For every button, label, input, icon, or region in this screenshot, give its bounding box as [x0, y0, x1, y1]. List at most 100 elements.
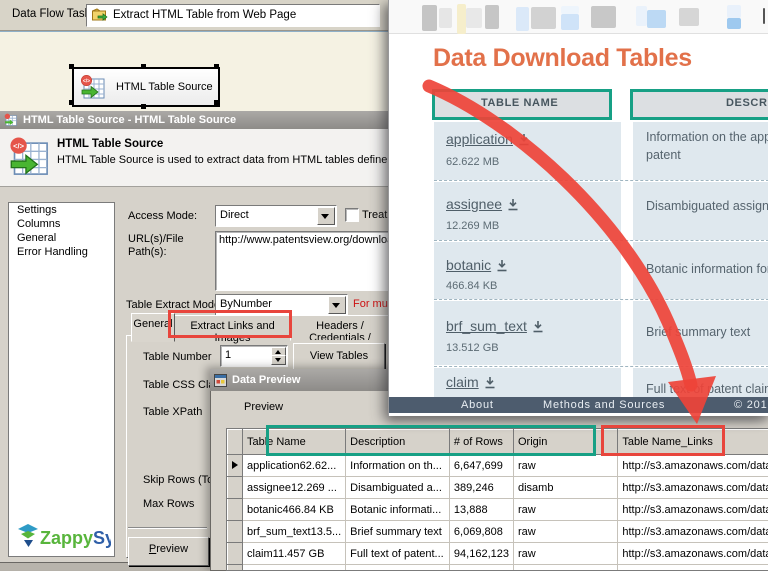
data-flow-task-combo[interactable]: Extract HTML Table from Web Page — [86, 4, 380, 27]
file-size: 12.269 MB — [446, 220, 499, 232]
row-selector[interactable] — [228, 499, 243, 521]
grid-col-description[interactable]: Description — [346, 430, 450, 455]
download-link-claim[interactable]: claim — [446, 374, 496, 390]
grid-cell: http://s3.amazonaws.com/data-p... — [618, 499, 768, 521]
footer-link-methods-and-sources[interactable]: Methods and Sources — [543, 399, 665, 411]
grid-cell: http://s3.amazonaws.com/data-p... — [618, 455, 768, 477]
preview-button[interactable]: Preview — [128, 537, 209, 566]
chevron-up-icon — [275, 350, 281, 354]
grid-cell: botanic466.84 KB — [243, 499, 346, 521]
dialog-header-title: HTML Table Source — [57, 138, 163, 150]
nav-item-columns[interactable]: Columns — [9, 217, 114, 231]
nav-item-settings[interactable]: Settings — [9, 203, 114, 217]
download-link-botanic[interactable]: botanic — [446, 257, 508, 273]
grid-cell: 6,069,808 — [449, 521, 513, 543]
task-folder-icon — [92, 8, 108, 22]
url-label-line1: URL(s)/File — [128, 233, 184, 245]
table-extract-mode-value: ByNumber — [220, 298, 272, 310]
grid-row[interactable]: botanic466.84 KB Botanic informati... 13… — [228, 499, 768, 521]
selection-handle[interactable] — [141, 64, 146, 69]
selection-handle[interactable] — [214, 64, 219, 69]
table-description: patent — [646, 148, 681, 162]
grid-row[interactable]: cpc_current855... Current CPC clas... 35… — [228, 565, 768, 571]
grid-row[interactable]: brf_sum_text13.5... Brief summary text 6… — [228, 521, 768, 543]
grid-cell: raw — [513, 499, 617, 521]
data-flow-task-value: Extract HTML Table from Web Page — [113, 9, 296, 21]
dialog-header-icon: </> — [8, 135, 52, 179]
logo-sys-text: Sys — [93, 528, 111, 548]
url-textarea[interactable]: http://www.patentsview.org/download/ — [215, 231, 390, 291]
toolbar-item — [561, 14, 579, 30]
tab-extract-links-and-images[interactable]: Extract Links and Images — [174, 315, 291, 341]
grid-cell: claim11.457 GB — [243, 543, 346, 565]
data-preview-window-icon — [214, 374, 227, 387]
source-box-label: HTML Table Source — [116, 81, 213, 93]
grid-col-table-name[interactable]: Table Name — [243, 430, 346, 455]
table-number-spinner[interactable]: 1 — [220, 345, 288, 367]
grid-row[interactable]: assignee12.269 ... Disambiguated a... 38… — [228, 477, 768, 499]
row-selector[interactable] — [228, 455, 243, 477]
row-divider — [434, 240, 768, 241]
table-description: Disambiguated assignee — [646, 199, 768, 213]
table-extract-mode-dropdown[interactable]: ByNumber — [215, 294, 348, 316]
toolbar-item — [561, 6, 579, 14]
browser-toolbar[interactable] — [389, 0, 768, 34]
nav-item-general[interactable]: General — [9, 231, 114, 245]
toolbar-item — [516, 7, 529, 31]
grid-col-table-name-links[interactable]: Table Name_Links — [618, 430, 768, 455]
table-description: Information on the appli — [646, 130, 768, 144]
row-selector[interactable] — [228, 521, 243, 543]
selection-handle[interactable] — [214, 100, 219, 105]
tab-headers-credentials[interactable]: Headers / Credentials / — [290, 315, 390, 341]
web-col-table-name: TABLE NAME — [481, 97, 558, 109]
grid-corner-cell[interactable] — [228, 430, 243, 455]
selection-handle[interactable] — [141, 104, 146, 109]
grid-row[interactable]: application62.62... Information on th...… — [228, 455, 768, 477]
toolbar-item — [422, 5, 437, 31]
access-mode-dropdown-button[interactable] — [317, 207, 335, 225]
dialog-titlebar[interactable]: HTML Table Source - HTML Table Source — [0, 111, 394, 129]
nav-item-error-handling[interactable]: Error Handling — [9, 245, 114, 259]
footer-copyright: © 201 — [734, 399, 768, 411]
chevron-down-icon — [332, 303, 340, 308]
grid-cell: http://s3.amazonaws.com/data-p... — [618, 565, 768, 571]
row-selector[interactable] — [228, 565, 243, 571]
grid-cell: brf_sum_text13.5... — [243, 521, 346, 543]
toolbar-item — [439, 8, 452, 28]
grid-header-row: Table Name Description # of Rows Origin … — [228, 430, 768, 455]
current-row-arrow-icon — [232, 461, 238, 469]
grid-cell: Brief summary text — [346, 521, 450, 543]
toolbar-item — [727, 18, 741, 29]
grid-cell: Disambiguated a... — [346, 477, 450, 499]
data-flow-task-label: Data Flow Task: — [12, 8, 94, 20]
grid-cell: assignee12.269 ... — [243, 477, 346, 499]
grid-cell: Current CPC clas... — [346, 565, 450, 571]
page-title: Data Download Tables — [433, 44, 692, 73]
access-mode-dropdown[interactable]: Direct — [215, 205, 337, 227]
tab-general[interactable]: General — [131, 313, 175, 342]
row-selector[interactable] — [228, 477, 243, 499]
preview-grid: Table Name Description # of Rows Origin … — [226, 428, 768, 571]
grid-cell: Botanic informati... — [346, 499, 450, 521]
treat-checkbox[interactable] — [345, 208, 359, 222]
text-cursor — [763, 8, 765, 24]
download-link-application[interactable]: application — [446, 131, 530, 147]
row-divider — [434, 299, 768, 300]
row-selector[interactable] — [228, 543, 243, 565]
divider — [128, 527, 207, 529]
download-link-brf-sum-text[interactable]: brf_sum_text — [446, 318, 544, 334]
grid-col-num-rows[interactable]: # of Rows — [449, 430, 513, 455]
html-table-source-component[interactable]: </> HTML Table Source — [72, 67, 220, 107]
selection-handle[interactable] — [69, 64, 74, 69]
grid-cell: 94,162,123 — [449, 543, 513, 565]
grid-col-origin[interactable]: Origin — [513, 430, 617, 455]
footer-link-about[interactable]: About — [461, 399, 494, 411]
toolbar-item — [636, 6, 647, 26]
grid-row[interactable]: claim11.457 GB Full text of patent... 94… — [228, 543, 768, 565]
download-link-assignee[interactable]: assignee — [446, 196, 519, 212]
grid-cell: raw (from separat... — [513, 565, 617, 571]
grid-cell: application62.62... — [243, 455, 346, 477]
table-extract-mode-dropdown-button[interactable] — [328, 296, 346, 314]
spinner-down-button[interactable] — [271, 355, 286, 365]
selection-handle[interactable] — [69, 100, 74, 105]
